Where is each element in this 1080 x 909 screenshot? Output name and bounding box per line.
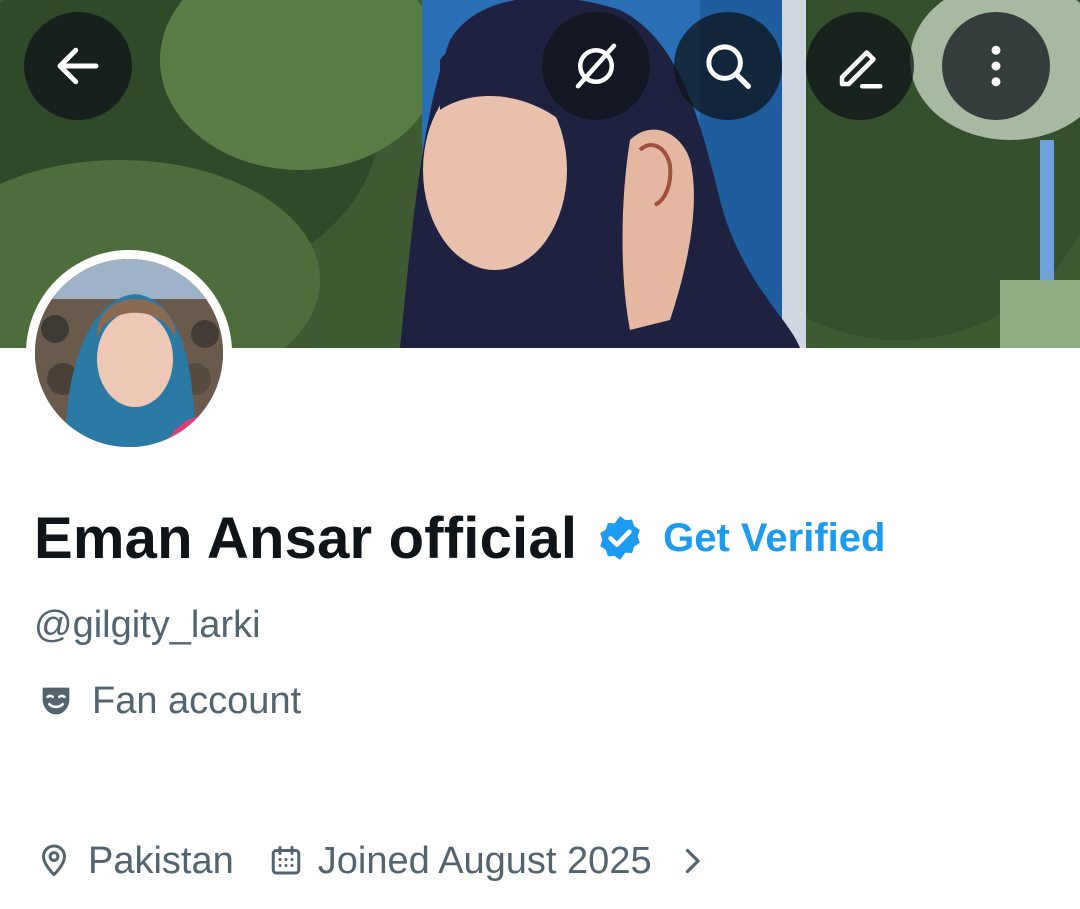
- theater-mask-icon: [42, 687, 70, 715]
- verified-badge-icon[interactable]: [595, 513, 645, 563]
- chevron-right-icon[interactable]: [674, 843, 710, 879]
- more-button[interactable]: [942, 12, 1050, 120]
- search-icon: [706, 44, 751, 89]
- grok-button[interactable]: [542, 12, 650, 120]
- user-handle: @gilgity_larki: [34, 604, 261, 646]
- profile-avatar[interactable]: [26, 250, 232, 456]
- profile-category: Fan account: [36, 676, 301, 726]
- back-button[interactable]: [24, 12, 132, 120]
- calendar-icon: [271, 846, 300, 875]
- arrow-left-icon: [57, 47, 99, 85]
- name-row: Eman Ansar official Get Verified: [34, 502, 885, 574]
- more-vertical-icon: [991, 45, 1001, 87]
- category-label: Fan account: [92, 679, 302, 722]
- location-pin-icon: [42, 844, 66, 876]
- search-button[interactable]: [674, 12, 782, 120]
- edit-icon: [839, 50, 883, 89]
- grok-icon: [575, 43, 617, 89]
- profile-meta: Pakistan Joined August 2025: [36, 836, 710, 886]
- location-text: Pakistan: [88, 839, 234, 882]
- avatar-image: [35, 259, 223, 447]
- edit-button[interactable]: [806, 12, 914, 120]
- display-name: Eman Ansar official: [34, 505, 578, 571]
- get-verified-link[interactable]: Get Verified: [663, 516, 885, 561]
- joined-date[interactable]: Joined August 2025: [318, 840, 652, 883]
